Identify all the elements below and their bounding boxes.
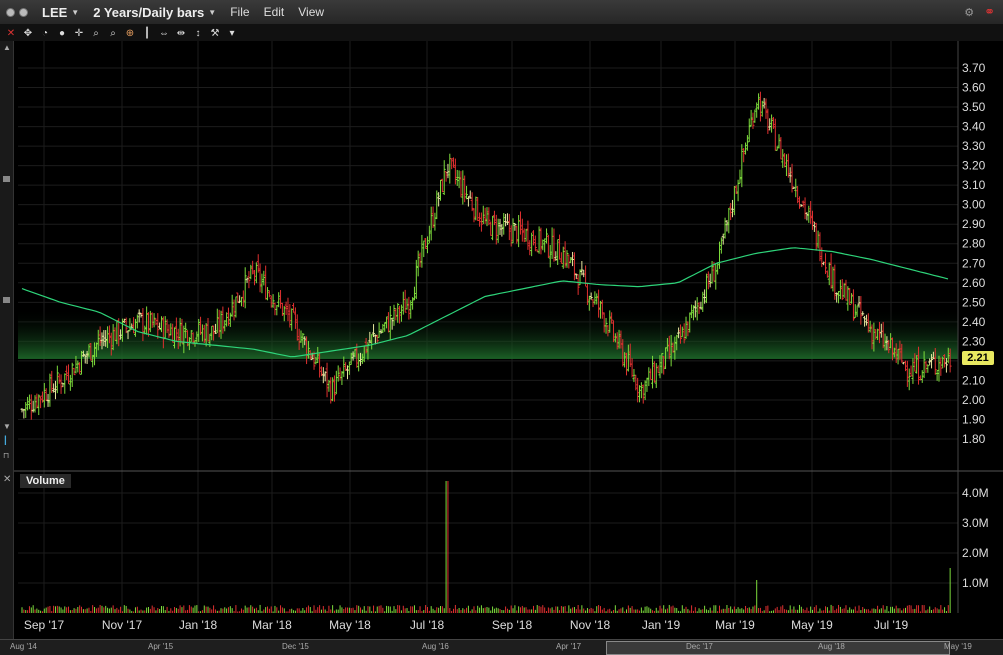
time-axis-label: Jan '18 — [179, 618, 218, 632]
price-axis-label: 2.80 — [962, 237, 986, 251]
settings-gear-icon[interactable]: ⚙ — [964, 6, 974, 19]
time-axis-label: Nov '18 — [570, 618, 611, 632]
price-chart[interactable]: 3.70 3.60 3.50 3.40 3.30 3.20 3.10 3.00 2.90 2.80… — [14, 41, 1003, 639]
window-close-icon[interactable] — [6, 7, 15, 17]
price-axis-label: 1.80 — [962, 432, 986, 446]
crosshair-icon[interactable]: ✛ — [73, 28, 85, 39]
price-band — [18, 308, 958, 359]
price-axis-label: 3.20 — [962, 159, 986, 173]
scroll-up-icon[interactable]: ▲ — [3, 43, 11, 52]
navigator-label: Apr '15 — [148, 642, 174, 651]
navigator-window[interactable] — [606, 641, 950, 655]
strip-handle[interactable] — [3, 176, 10, 182]
symbol-dropdown-icon[interactable]: ▼ — [71, 8, 79, 17]
navigator-label: Dec '17 — [686, 642, 713, 651]
period-selector[interactable]: 2 Years/Daily bars — [93, 5, 204, 20]
volume-axis-label: 1.0M — [962, 576, 989, 590]
price-axis-label: 3.60 — [962, 81, 986, 95]
price-axis-label: 3.30 — [962, 139, 986, 153]
more-dropdown-icon[interactable]: ▾ — [226, 28, 238, 39]
bars-icon[interactable]: ┃ — [141, 28, 153, 39]
menu-view[interactable]: View — [298, 5, 324, 19]
time-axis-label: May '19 — [791, 618, 833, 632]
window-minimize-icon[interactable] — [19, 7, 28, 17]
menu-edit[interactable]: Edit — [264, 5, 285, 19]
navigator-label: Apr '17 — [556, 642, 582, 651]
time-axis-label: Jul '19 — [874, 618, 909, 632]
scroll-down-icon[interactable]: ▼ — [3, 422, 11, 431]
price-axis-label: 3.50 — [962, 100, 986, 114]
price-axis-label: 2.00 — [962, 393, 986, 407]
navigator-label: Dec '15 — [282, 642, 309, 651]
price-axis-label: 2.60 — [962, 276, 986, 290]
navigator-label: Aug '16 — [422, 642, 449, 651]
time-axis-label: May '18 — [329, 618, 371, 632]
link-chain-icon[interactable]: ⚭ — [984, 4, 995, 20]
price-axis-label: 2.90 — [962, 217, 986, 231]
expand-icon[interactable]: ⇔ — [158, 28, 170, 39]
navigator-label: Aug '18 — [818, 642, 845, 651]
scale-icon[interactable]: ↕ — [192, 28, 204, 39]
close-volume-icon[interactable]: ✕ — [3, 474, 11, 485]
menu-file[interactable]: File — [230, 5, 249, 19]
cursor-icon[interactable]: ┃ — [3, 436, 8, 445]
time-axis-label: Jul '18 — [410, 618, 445, 632]
circle-icon[interactable]: ● — [56, 28, 68, 39]
price-axis-label: 2.70 — [962, 256, 986, 270]
move-icon[interactable]: ✥ — [22, 28, 34, 39]
price-axis-label: 2.10 — [962, 373, 986, 387]
price-axis-label: 3.10 — [962, 178, 986, 192]
symbol-selector[interactable]: LEE — [42, 5, 67, 20]
price-axis-label: 3.70 — [962, 61, 986, 75]
title-bar: LEE ▼ 2 Years/Daily bars ▼ File Edit Vie… — [0, 0, 1003, 25]
navigator-label: Aug '14 — [10, 642, 37, 651]
compress-icon[interactable]: ⇹ — [175, 28, 187, 39]
time-axis-label: Sep '18 — [492, 618, 533, 632]
time-navigator[interactable]: Aug '14 Apr '15 Dec '15 Aug '16 Apr '17 Dec '… — [0, 639, 1003, 655]
period-dropdown-icon[interactable]: ▼ — [208, 8, 216, 17]
price-panel — [18, 41, 958, 465]
draw-icon[interactable]: ◔ — [39, 28, 51, 39]
price-axis-label: 2.50 — [962, 295, 986, 309]
left-scroll-strip[interactable]: ▲ ▼ ┃ ⊓ — [0, 41, 14, 641]
tools-icon[interactable]: ⚒ — [209, 28, 221, 39]
time-axis-label: Nov '17 — [102, 618, 143, 632]
time-axis-label: Jan '19 — [642, 618, 681, 632]
volume-axis-label: 2.0M — [962, 546, 989, 560]
close-x-icon[interactable]: ✕ — [5, 28, 17, 39]
volume-axis-label: 3.0M — [962, 516, 989, 530]
lock-icon[interactable]: ⊓ — [3, 451, 9, 460]
zoom-out-icon[interactable]: ⌕ — [107, 28, 119, 39]
price-axis-label: 3.40 — [962, 120, 986, 134]
zoom-in-icon[interactable]: ⌕ — [90, 28, 102, 39]
time-axis-label: Mar '18 — [252, 618, 292, 632]
price-axis-label: 2.40 — [962, 315, 986, 329]
strip-handle[interactable] — [3, 297, 10, 303]
volume-axis-label: 4.0M — [962, 486, 989, 500]
navigator-label: May '19 — [944, 642, 972, 651]
volume-panel-label: Volume — [20, 474, 71, 488]
price-axis-label: 1.90 — [962, 412, 986, 426]
current-price-tag: 2.21 — [962, 351, 994, 365]
time-axis-label: Mar '19 — [715, 618, 755, 632]
price-axis-label: 2.30 — [962, 334, 986, 348]
chart-toolbar: ✕ ✥ ◔ ● ✛ ⌕ ⌕ ⊕ ┃ ⇔ ⇹ ↕ ⚒ ▾ — [0, 25, 1003, 41]
price-axis-label: 3.00 — [962, 198, 986, 212]
time-axis-label: Sep '17 — [24, 618, 65, 632]
target-icon[interactable]: ⊕ — [124, 28, 136, 39]
